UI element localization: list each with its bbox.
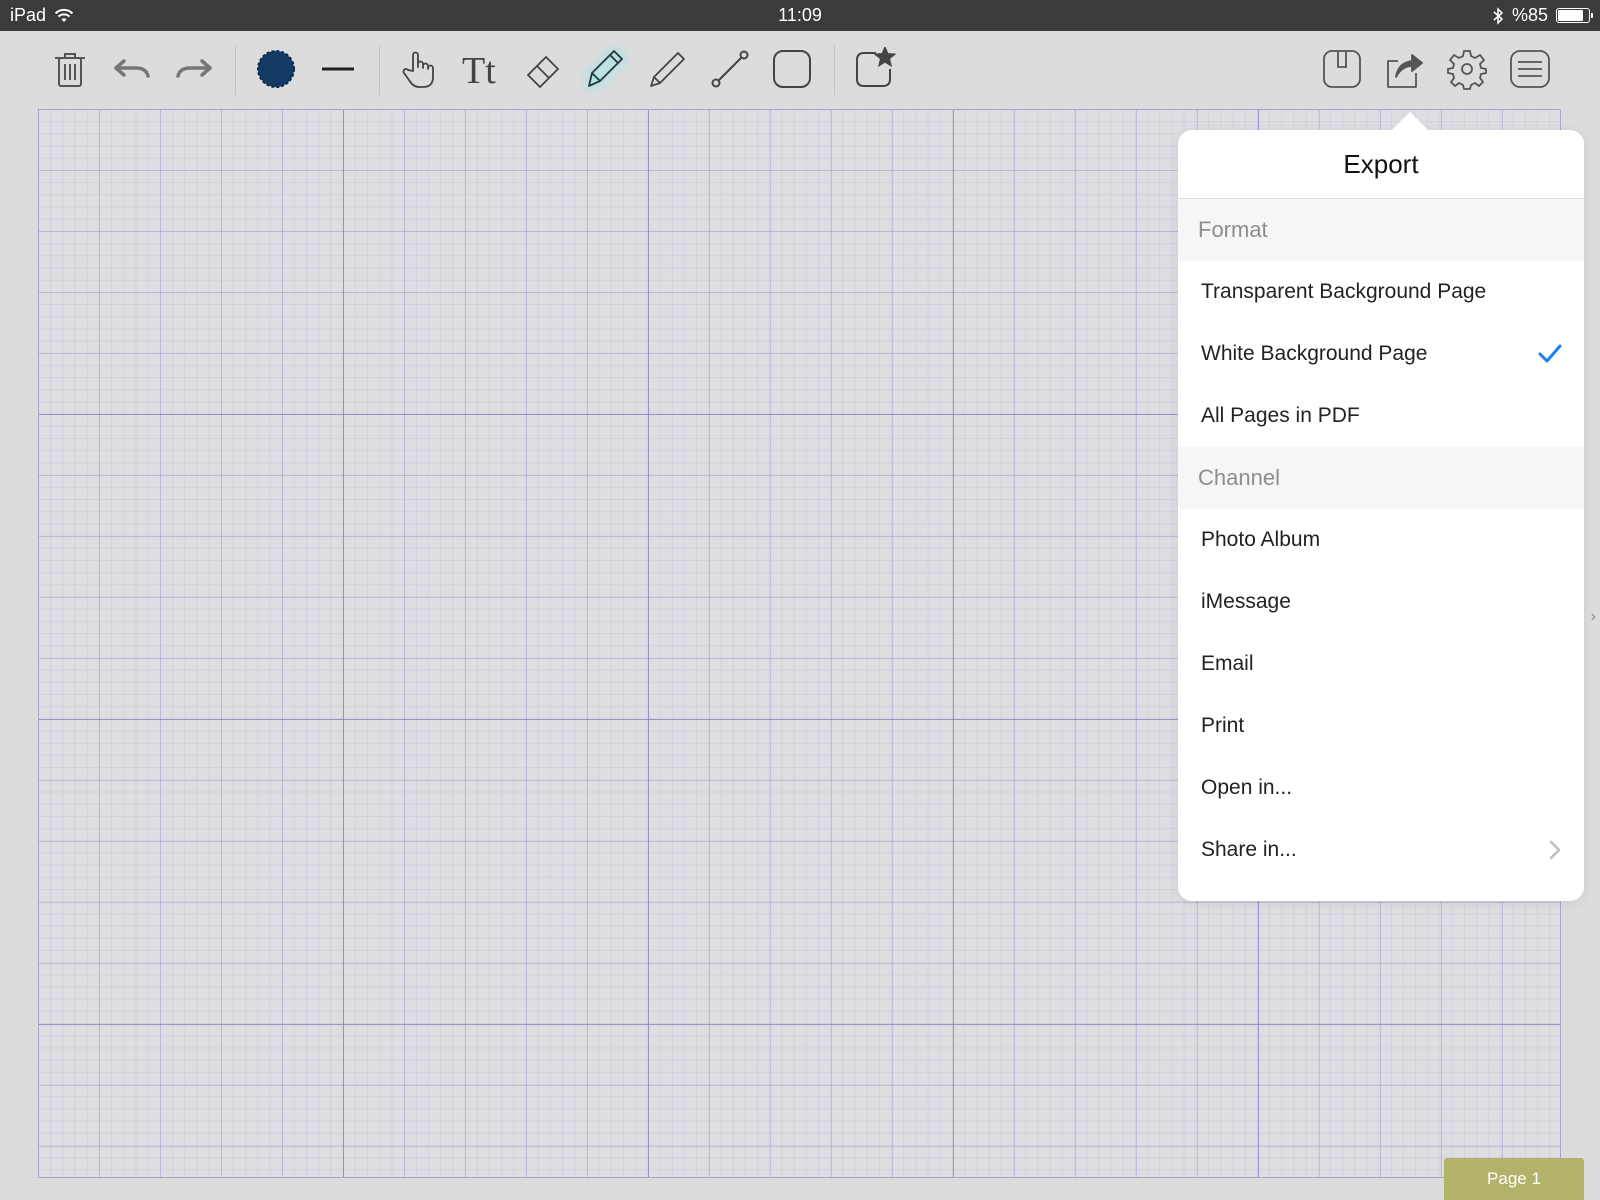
channel-option-label: Photo Album: [1201, 528, 1321, 551]
undo-icon[interactable]: [108, 45, 156, 93]
channel-option-label: Open in...: [1201, 776, 1293, 799]
channel-option-label: iMessage: [1201, 590, 1291, 613]
toolbar: Tt: [0, 31, 1600, 109]
hand-icon[interactable]: [396, 45, 444, 93]
bluetooth-icon: [1493, 6, 1504, 25]
device-name: iPad: [10, 5, 47, 25]
channel-option-share-in[interactable]: Share in...: [1178, 819, 1584, 881]
gear-icon[interactable]: [1443, 45, 1491, 93]
pencil-icon[interactable]: [644, 45, 692, 93]
format-section-header: Format: [1178, 199, 1584, 261]
redo-icon[interactable]: [170, 45, 218, 93]
color-swatch-icon[interactable]: [252, 45, 300, 93]
channel-option-open-in[interactable]: Open in...: [1178, 757, 1584, 819]
popover-title: Export: [1178, 130, 1584, 199]
line-tool-icon[interactable]: [706, 45, 754, 93]
clock: 11:09: [778, 5, 822, 25]
chevron-right-icon: [1549, 840, 1561, 860]
popover-arrow: [1392, 112, 1428, 130]
trash-icon[interactable]: [46, 45, 94, 93]
line-width-icon[interactable]: [314, 45, 362, 93]
channel-option-print[interactable]: Print: [1178, 695, 1584, 757]
channel-option-imessage[interactable]: iMessage: [1178, 571, 1584, 633]
pen-icon[interactable]: [582, 45, 630, 93]
format-option-pdf[interactable]: All Pages in PDF: [1178, 385, 1584, 447]
battery-icon: [1556, 8, 1593, 23]
checkmark-icon: [1538, 344, 1562, 363]
shape-icon[interactable]: [768, 45, 816, 93]
favorites-icon[interactable]: [850, 45, 898, 93]
format-option-label: Transparent Background Page: [1201, 280, 1487, 303]
edge-chevron-icon[interactable]: ›: [1591, 608, 1596, 626]
svg-text:Tt: Tt: [462, 50, 496, 91]
channel-option-label: Share in...: [1201, 838, 1297, 861]
format-option-white[interactable]: White Background Page: [1178, 323, 1584, 385]
format-option-label: White Background Page: [1201, 342, 1428, 365]
text-icon[interactable]: Tt: [458, 45, 506, 93]
format-option-transparent[interactable]: Transparent Background Page: [1178, 261, 1584, 323]
format-option-label: All Pages in PDF: [1201, 404, 1360, 427]
channel-section-header: Channel: [1178, 447, 1584, 509]
menu-icon[interactable]: [1506, 45, 1554, 93]
share-icon[interactable]: [1380, 45, 1428, 93]
eraser-icon[interactable]: [520, 45, 568, 93]
channel-option-photo-album[interactable]: Photo Album: [1178, 509, 1584, 571]
channel-option-label: Print: [1201, 714, 1245, 737]
status-bar: iPad 11:09 %85: [0, 0, 1600, 31]
channel-option-email[interactable]: Email: [1178, 633, 1584, 695]
wifi-icon: [54, 8, 74, 22]
export-popover: Export Format Transparent Background Pag…: [1178, 112, 1584, 901]
page-icon[interactable]: [1318, 45, 1366, 93]
channel-option-label: Email: [1201, 652, 1254, 675]
page-indicator[interactable]: Page 1: [1444, 1158, 1584, 1200]
battery-percentage: %85: [1511, 5, 1548, 25]
